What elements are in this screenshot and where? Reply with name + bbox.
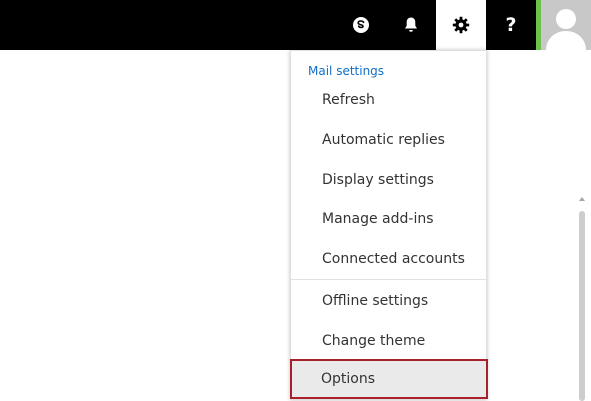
help-icon: ? <box>505 14 517 36</box>
menu-section-header: Mail settings <box>308 64 385 78</box>
user-silhouette-icon <box>546 9 586 50</box>
menu-item-options[interactable]: Options <box>290 359 488 399</box>
vertical-scrollbar[interactable] <box>578 197 587 401</box>
notifications-button[interactable] <box>386 0 436 50</box>
settings-dropdown-menu: Mail settings Refresh Automatic replies … <box>290 50 488 400</box>
menu-item-connected-accounts[interactable]: Connected accounts <box>291 239 486 279</box>
menu-item-refresh[interactable]: Refresh <box>291 80 486 120</box>
menu-divider <box>291 279 486 280</box>
menu-item-offline-settings[interactable]: Offline settings <box>291 281 486 321</box>
settings-button[interactable] <box>436 0 486 50</box>
menu-item-automatic-replies[interactable]: Automatic replies <box>291 120 486 160</box>
avatar[interactable] <box>541 0 591 50</box>
bell-icon <box>405 17 417 32</box>
top-navigation-bar: ? <box>0 0 591 50</box>
gear-icon <box>452 16 470 34</box>
skype-icon <box>353 17 369 33</box>
menu-item-change-theme[interactable]: Change theme <box>291 321 486 361</box>
scrollbar-thumb[interactable] <box>579 211 585 401</box>
help-button[interactable]: ? <box>486 0 536 50</box>
scroll-up-arrow-icon[interactable] <box>579 197 585 201</box>
menu-item-manage-add-ins[interactable]: Manage add-ins <box>291 199 486 239</box>
menu-item-display-settings[interactable]: Display settings <box>291 160 486 200</box>
skype-button[interactable] <box>336 0 386 50</box>
account-area[interactable] <box>536 0 591 50</box>
